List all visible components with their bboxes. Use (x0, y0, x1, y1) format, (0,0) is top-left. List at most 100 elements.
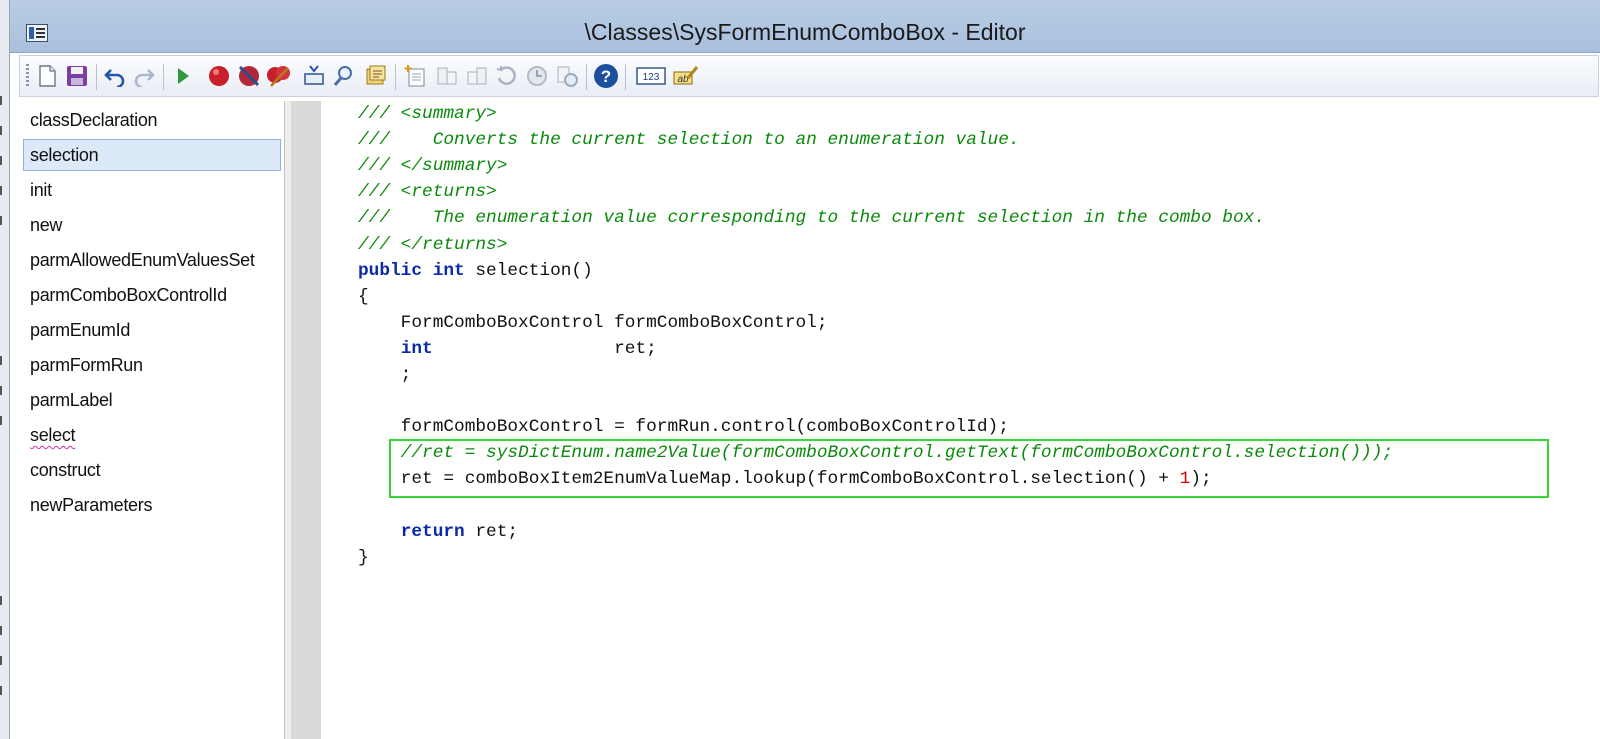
code-line: public int selection() (358, 258, 593, 284)
code-line: /// <returns> (358, 179, 497, 205)
code-token: /// </returns> (358, 234, 508, 255)
code-line: /// Converts the current selection to an… (358, 127, 1020, 153)
toolbar-separator (395, 64, 396, 90)
help-icon[interactable]: ? (593, 63, 619, 89)
history-icon[interactable] (494, 63, 520, 89)
undo-icon[interactable] (102, 63, 128, 89)
code-token: int (432, 260, 465, 281)
method-item-selection[interactable]: selection (23, 139, 281, 171)
method-label: parmComboBoxControlId (30, 285, 227, 305)
code-token: /// </summary> (358, 156, 508, 177)
toolbar-separator (586, 64, 587, 90)
scripts-icon[interactable] (363, 63, 389, 89)
code-line: /// The enumeration value corresponding … (358, 205, 1265, 231)
code-line: /// </summary> (358, 153, 507, 179)
save-icon[interactable] (64, 63, 90, 89)
code-line: int ret; (358, 336, 657, 362)
code-token: } (358, 547, 369, 568)
code-token: ret; (464, 521, 519, 542)
svg-text:?: ? (601, 67, 611, 86)
compile-icon[interactable] (301, 63, 327, 89)
line-numbers-icon[interactable]: 123 (635, 63, 667, 89)
method-item-newParameters[interactable]: newParameters (23, 489, 281, 521)
method-label: parmLabel (30, 390, 113, 410)
redo-icon[interactable] (131, 63, 157, 89)
label-editor-icon[interactable]: ab (673, 63, 699, 89)
breakpoint-icon[interactable] (206, 63, 232, 89)
method-label: select (30, 425, 76, 445)
toolbar-grip[interactable] (26, 64, 29, 88)
code-line: ret = comboBoxItem2EnumValueMap.lookup(f… (358, 466, 1212, 492)
toolbar-separator (163, 64, 164, 90)
toolbar-separator (96, 64, 97, 90)
method-label: parmAllowedEnumValuesSet (30, 250, 255, 270)
lookup-icon[interactable] (331, 63, 357, 89)
outdent-icon[interactable] (464, 63, 490, 89)
code-line: FormComboBoxControl formComboBoxControl; (358, 310, 828, 336)
code-token: /// <summary> (358, 104, 497, 124)
method-label: init (30, 180, 52, 200)
disable-breakpoint-icon[interactable] (236, 63, 262, 89)
method-label: parmFormRun (30, 355, 143, 375)
method-label: new (30, 215, 63, 235)
method-item-parmComboBoxControlId[interactable]: parmComboBoxControlId (23, 279, 281, 311)
code-token: /// Converts the current selection to an… (358, 130, 1020, 151)
code-token: return (400, 521, 465, 542)
code-line: return ret; (358, 519, 518, 545)
run-icon[interactable] (170, 63, 196, 89)
method-label: construct (30, 460, 101, 480)
method-label: parmEnumId (30, 320, 131, 340)
method-item-parmFormRun[interactable]: parmFormRun (23, 349, 281, 381)
code-line: { (358, 284, 369, 310)
code-token: ); (1190, 469, 1212, 490)
toolbar: ? 123 ab (19, 55, 1599, 97)
background-window-edge (0, 0, 10, 739)
code-token: selection() (464, 260, 593, 281)
method-item-init[interactable]: init (23, 174, 281, 206)
remove-breakpoints-icon[interactable] (266, 63, 292, 89)
code-token: public (358, 260, 423, 281)
code-token: //ret = sysDictEnum.name2Value(formCombo… (358, 443, 1394, 464)
method-label: newParameters (30, 495, 153, 515)
code-token: ret = comboBoxItem2EnumValueMap.lookup(f… (358, 469, 1180, 490)
code-line: } (358, 545, 369, 571)
method-label: selection (30, 145, 99, 165)
method-item-parmLabel[interactable]: parmLabel (23, 384, 281, 416)
method-item-classDeclaration[interactable]: classDeclaration (23, 104, 281, 136)
compare-icon[interactable] (554, 63, 580, 89)
code-token: 1 (1179, 469, 1191, 490)
code-token: /// The enumeration value corresponding … (358, 208, 1265, 229)
method-list: classDeclaration selection init new parmAllo… (21, 101, 285, 739)
code-token: ; (358, 365, 412, 385)
code-line: //ret = sysDictEnum.name2Value(formCombo… (358, 440, 1393, 466)
code-token: int (400, 338, 433, 359)
code-token: ret; (432, 338, 657, 359)
svg-text:123: 123 (643, 72, 660, 83)
indent-icon[interactable] (434, 63, 460, 89)
code-line: /// <summary> (358, 101, 497, 127)
code-line: ; (358, 362, 412, 388)
method-item-parmAllowedEnumValuesSet[interactable]: parmAllowedEnumValuesSet (23, 244, 281, 276)
title-bar[interactable]: \Classes\SysFormEnumComboBox - Editor (10, 0, 1600, 53)
code-editor[interactable]: /// <summary> /// Converts the current se… (321, 101, 1600, 739)
method-label: classDeclaration (30, 110, 158, 130)
new-icon[interactable] (34, 63, 60, 89)
method-item-select[interactable]: select (23, 419, 281, 451)
code-token: FormComboBoxControl formComboBoxControl; (358, 312, 828, 333)
code-line: /// </returns> (358, 232, 507, 258)
svg-text:ab: ab (677, 74, 689, 85)
code-line: formComboBoxControl = formRun.control(co… (358, 414, 1009, 440)
toolbar-separator (625, 64, 626, 90)
new-method-icon[interactable] (403, 63, 429, 89)
method-item-new[interactable]: new (23, 209, 281, 241)
editor-gutter[interactable] (285, 101, 321, 739)
code-token: formComboBoxControl = formRun.control(co… (358, 417, 1009, 438)
method-item-parmEnumId[interactable]: parmEnumId (23, 314, 281, 346)
editor-window: \Classes\SysFormEnumComboBox - Editor ? … (10, 0, 1600, 739)
method-item-construct[interactable]: construct (23, 454, 281, 486)
version-icon[interactable] (524, 63, 550, 89)
window-title: \Classes\SysFormEnumComboBox - Editor (584, 19, 1026, 45)
